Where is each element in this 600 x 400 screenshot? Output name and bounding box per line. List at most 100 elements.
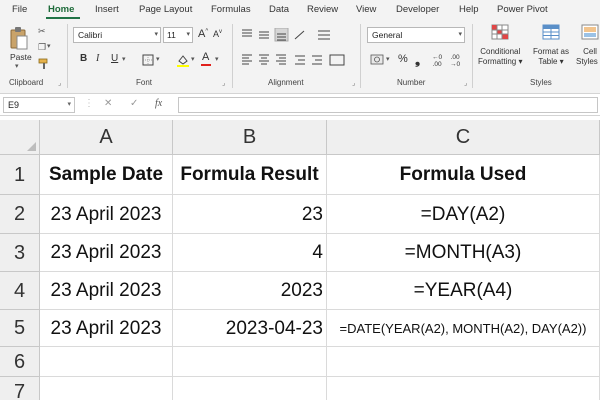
active-tab-indicator <box>46 17 80 19</box>
font-size-select[interactable]: 11 ▾ <box>163 27 193 43</box>
font-group-label: Font <box>136 78 153 87</box>
cell-styles-label-2: Styles ▾ <box>576 57 600 67</box>
chevron-down-icon: ▾ <box>559 57 564 66</box>
cell-b2[interactable]: 23 <box>173 195 327 234</box>
column-header-b[interactable]: B <box>173 120 327 155</box>
cell-a4[interactable]: 23 April 2023 <box>40 272 173 310</box>
insert-function-icon[interactable]: fx <box>155 98 162 109</box>
row-header-2[interactable]: 2 <box>0 195 40 234</box>
tab-formulas[interactable]: Formulas <box>211 4 251 15</box>
chevron-down-icon: ▾ <box>458 31 462 38</box>
tab-power-pivot[interactable]: Power Pivot <box>497 4 548 15</box>
paste-icon[interactable] <box>9 26 29 50</box>
name-box-value: E9 <box>8 100 20 110</box>
conditional-formatting-button[interactable]: Conditional Formatting ▾ <box>478 24 522 67</box>
cell-c6[interactable] <box>327 347 600 377</box>
cell-a5[interactable]: 23 April 2023 <box>40 310 173 347</box>
borders-icon[interactable] <box>142 54 154 66</box>
tab-developer[interactable]: Developer <box>396 4 439 15</box>
horizontal-align-icons[interactable] <box>240 53 350 67</box>
grow-font-button[interactable]: A^ <box>198 28 208 40</box>
vertical-align-icons[interactable] <box>240 28 350 42</box>
row-header-5[interactable]: 5 <box>0 310 40 347</box>
column-header-a[interactable]: A <box>40 120 173 155</box>
cell-a2[interactable]: 23 April 2023 <box>40 195 173 234</box>
cut-icon[interactable]: ✂ <box>38 26 46 37</box>
cell-a1[interactable]: Sample Date <box>40 155 173 195</box>
tab-insert[interactable]: Insert <box>95 4 119 15</box>
cell-b6[interactable] <box>173 347 327 377</box>
cell-a7[interactable] <box>40 377 173 400</box>
tab-file[interactable]: File <box>12 4 27 15</box>
increase-decimal-icon[interactable]: ←0.00 <box>432 54 442 68</box>
italic-button[interactable]: I <box>96 53 99 64</box>
cell-b5[interactable]: 2023-04-23 <box>173 310 327 347</box>
select-all-icon <box>27 142 36 151</box>
clipboard-launcher-icon[interactable]: ⌟ <box>58 79 61 87</box>
alignment-launcher-icon[interactable]: ⌟ <box>352 79 355 87</box>
cell-b7[interactable] <box>173 377 327 400</box>
tab-view[interactable]: View <box>356 4 376 15</box>
font-launcher-icon[interactable]: ⌟ <box>222 79 225 87</box>
font-color-swatch <box>201 64 211 66</box>
copy-dropdown-icon[interactable]: ▾ <box>47 42 51 50</box>
format-as-table-icon <box>542 24 560 40</box>
name-box[interactable]: E9 ▾ <box>3 97 75 113</box>
copy-icon[interactable]: ❐ <box>38 42 46 53</box>
paste-button[interactable]: Paste <box>10 52 32 62</box>
cell-b1[interactable]: Formula Result <box>173 155 327 195</box>
row-header-6[interactable]: 6 <box>0 347 40 377</box>
group-divider <box>232 24 233 88</box>
comma-style-icon[interactable]: ❟ <box>415 52 420 68</box>
number-launcher-icon[interactable]: ⌟ <box>464 79 467 87</box>
cell-c7[interactable] <box>327 377 600 400</box>
cell-c5[interactable]: =DATE(YEAR(A2), MONTH(A2), DAY(A2)) <box>327 310 600 347</box>
format-as-table-button[interactable]: Format as Table ▾ <box>533 24 569 67</box>
format-painter-icon[interactable] <box>38 58 50 70</box>
format-as-table-label-2-text: Table <box>538 57 558 66</box>
cell-b3[interactable]: 4 <box>173 234 327 272</box>
tab-home[interactable]: Home <box>48 4 74 15</box>
decrease-decimal-icon[interactable]: .00 →0 <box>450 54 460 68</box>
underline-dropdown-icon[interactable]: ▾ <box>122 55 126 63</box>
cell-c3[interactable]: =MONTH(A3) <box>327 234 600 272</box>
underline-button[interactable]: U <box>111 53 118 64</box>
row-header-1[interactable]: 1 <box>0 155 40 195</box>
conditional-formatting-label-2: Formatting ▾ <box>478 57 522 67</box>
cell-c2[interactable]: =DAY(A2) <box>327 195 600 234</box>
number-format-select[interactable]: General ▾ <box>367 27 465 43</box>
formula-input[interactable] <box>178 97 598 113</box>
paste-dropdown-icon[interactable]: ▾ <box>15 62 19 70</box>
tab-data[interactable]: Data <box>269 4 289 15</box>
cell-c4[interactable]: =YEAR(A4) <box>327 272 600 310</box>
formula-bar: E9 ▾ ⋮ ✕ ✓ fx <box>0 94 600 116</box>
fill-color-dropdown-icon[interactable]: ▾ <box>191 55 195 63</box>
accounting-format-icon[interactable] <box>370 53 386 67</box>
font-color-dropdown-icon[interactable]: ▾ <box>215 55 219 63</box>
column-header-c[interactable]: C <box>327 120 600 155</box>
accounting-dropdown-icon[interactable]: ▾ <box>386 55 390 63</box>
row-header-7[interactable]: 7 <box>0 377 40 400</box>
cell-a3[interactable]: 23 April 2023 <box>40 234 173 272</box>
select-all-button[interactable] <box>0 120 40 155</box>
enter-icon[interactable]: ✓ <box>130 98 138 109</box>
borders-dropdown-icon[interactable]: ▾ <box>156 55 160 63</box>
cell-b4[interactable]: 2023 <box>173 272 327 310</box>
cancel-icon[interactable]: ✕ <box>104 98 112 109</box>
tab-help[interactable]: Help <box>459 4 479 15</box>
row-header-4[interactable]: 4 <box>0 272 40 310</box>
font-color-button[interactable]: A <box>201 51 211 66</box>
group-divider <box>360 24 361 88</box>
shrink-font-button[interactable]: Av <box>213 29 222 39</box>
cell-styles-button[interactable]: Cell Styles ▾ <box>576 24 600 67</box>
tab-review[interactable]: Review <box>307 4 338 15</box>
font-name-select[interactable]: Calibri ▾ <box>73 27 161 43</box>
tab-page-layout[interactable]: Page Layout <box>139 4 192 15</box>
fill-color-icon[interactable] <box>176 53 190 67</box>
percent-style-button[interactable]: % <box>398 53 408 65</box>
bold-button[interactable]: B <box>80 53 87 64</box>
ribbon-tab-bar: File Home Insert Page Layout Formulas Da… <box>0 0 600 20</box>
cell-c1[interactable]: Formula Used <box>327 155 600 195</box>
cell-a6[interactable] <box>40 347 173 377</box>
row-header-3[interactable]: 3 <box>0 234 40 272</box>
